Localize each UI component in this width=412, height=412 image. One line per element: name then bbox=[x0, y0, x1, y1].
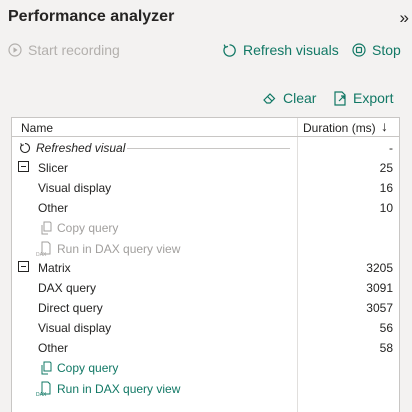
row-label: Slicer bbox=[38, 161, 69, 175]
name-column-header[interactable]: Name bbox=[21, 121, 53, 135]
row-label: Visual display bbox=[38, 321, 112, 335]
collapse-pane-icon[interactable]: » bbox=[400, 8, 410, 28]
collapse-toggle-icon[interactable] bbox=[18, 161, 29, 172]
clear-button[interactable]: Clear bbox=[262, 90, 316, 106]
copy-query-link-slicer[interactable]: Copy query bbox=[12, 218, 399, 238]
duration-value: 3205 bbox=[366, 261, 393, 275]
primary-toolbar: Start recording Refresh visuals Stop bbox=[0, 42, 412, 64]
table-row: Direct query 3057 bbox=[12, 298, 399, 318]
row-label: Matrix bbox=[38, 261, 71, 275]
row-label: Other bbox=[38, 341, 69, 355]
table-row-slicer[interactable]: Slicer 25 bbox=[12, 158, 399, 178]
stop-icon bbox=[352, 43, 366, 57]
refresh-visuals-button[interactable]: Refresh visuals bbox=[222, 42, 339, 58]
duration-value: 56 bbox=[379, 321, 393, 335]
table-header: Name Duration (ms) ↓ bbox=[12, 118, 399, 137]
export-icon bbox=[334, 90, 346, 106]
performance-analyzer-pane: Performance analyzer » Start recording R… bbox=[0, 0, 412, 412]
export-label: Export bbox=[353, 90, 394, 106]
run-dax-label: Run in DAX query view bbox=[57, 382, 181, 396]
duration-value: 25 bbox=[379, 161, 393, 175]
duration-value: 16 bbox=[379, 181, 393, 195]
table-row-refreshed-visual: Refreshed visual - bbox=[12, 138, 399, 158]
row-label: DAX query bbox=[38, 281, 97, 295]
duration-column-header[interactable]: Duration (ms) bbox=[303, 121, 376, 135]
stop-button[interactable]: Stop bbox=[352, 42, 401, 58]
collapse-toggle-icon[interactable] bbox=[18, 261, 29, 272]
table-row: Visual display 16 bbox=[12, 178, 399, 198]
dax-icon: DAX bbox=[36, 241, 51, 257]
row-label: Other bbox=[38, 201, 69, 215]
duration-value: 10 bbox=[379, 201, 393, 215]
refresh-icon bbox=[20, 142, 31, 153]
refresh-icon bbox=[223, 43, 236, 57]
table-row-matrix[interactable]: Matrix 3205 bbox=[12, 258, 399, 278]
record-icon bbox=[8, 43, 22, 57]
row-label: Visual display bbox=[38, 181, 112, 195]
refreshed-visual-label: Refreshed visual bbox=[36, 141, 126, 155]
refresh-visuals-label: Refresh visuals bbox=[243, 42, 339, 58]
copy-icon bbox=[41, 221, 52, 235]
duration-value: 3091 bbox=[366, 281, 393, 295]
eraser-icon bbox=[263, 93, 276, 104]
svg-text:DAX: DAX bbox=[36, 392, 47, 397]
dax-icon: DAX bbox=[36, 381, 51, 397]
duration-value: - bbox=[389, 141, 393, 155]
table-row: Other 10 bbox=[12, 198, 399, 218]
table-row: DAX query 3091 bbox=[12, 278, 399, 298]
export-button[interactable]: Export bbox=[333, 90, 393, 106]
start-recording-label: Start recording bbox=[28, 42, 120, 58]
start-recording-button[interactable]: Start recording bbox=[8, 42, 120, 58]
pane-title: Performance analyzer bbox=[8, 8, 175, 25]
run-dax-link-slicer[interactable]: DAX Run in DAX query view bbox=[12, 238, 399, 258]
copy-query-label: Copy query bbox=[57, 221, 119, 235]
copy-icon bbox=[41, 361, 52, 375]
divider bbox=[127, 148, 290, 149]
duration-value: 3057 bbox=[366, 301, 393, 315]
sort-descending-icon[interactable]: ↓ bbox=[381, 118, 388, 134]
svg-text:DAX: DAX bbox=[36, 252, 47, 257]
run-dax-link-matrix[interactable]: DAX Run in DAX query view bbox=[12, 378, 399, 398]
table-row: Other 58 bbox=[12, 338, 399, 358]
table-row: Visual display 56 bbox=[12, 318, 399, 338]
stop-label: Stop bbox=[372, 42, 401, 58]
copy-query-link-matrix[interactable]: Copy query bbox=[12, 358, 399, 378]
run-dax-label: Run in DAX query view bbox=[57, 242, 181, 256]
clear-label: Clear bbox=[283, 90, 317, 106]
row-label: Direct query bbox=[38, 301, 103, 315]
results-table: Name Duration (ms) ↓ Refreshed visual - … bbox=[11, 117, 400, 412]
copy-query-label: Copy query bbox=[57, 361, 119, 375]
secondary-toolbar: Clear Export bbox=[0, 90, 412, 112]
duration-value: 58 bbox=[379, 341, 393, 355]
